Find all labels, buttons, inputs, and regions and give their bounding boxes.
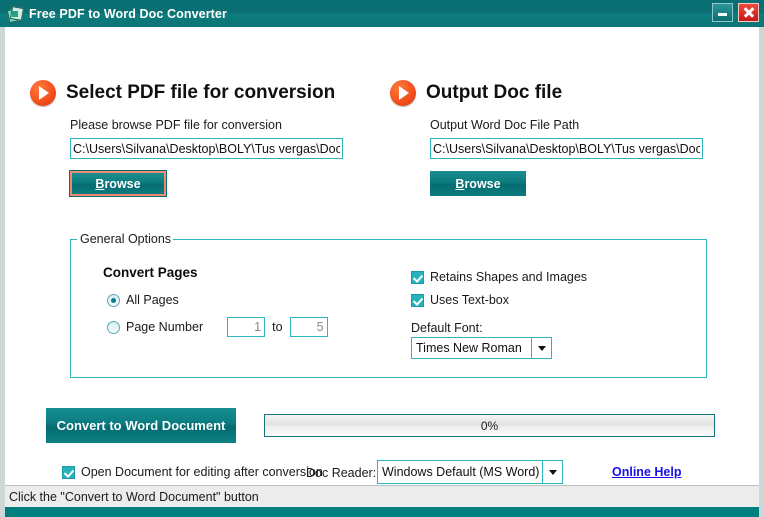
select-pdf-section: Select PDF file for conversion Please br… [30,80,343,196]
conversion-progress-bar: 0% [264,414,715,437]
output-doc-section: Output Doc file Output Word Doc File Pat… [390,80,703,196]
radio-page-number-label: Page Number [126,320,203,334]
chevron-down-icon[interactable] [531,338,551,358]
checkbox-retains-shapes-indicator[interactable] [411,271,424,284]
select-pdf-title: Select PDF file for conversion [66,82,335,104]
title-bar: Free PDF to Word Doc Converter [0,0,764,27]
checkbox-open-document-indicator[interactable] [62,466,75,479]
general-options-groupbox [70,239,707,378]
window-controls [712,3,759,22]
doc-reader-select[interactable]: Windows Default (MS Word) [377,460,563,484]
browse-pdf-label: rowse [104,177,140,191]
orange-play-arrow-icon [390,80,416,106]
convert-to-word-button[interactable]: Convert to Word Document [46,408,236,443]
default-font-select[interactable]: Times New Roman [411,337,552,359]
status-bar-text: Click the "Convert to Word Document" but… [5,490,259,504]
minimize-icon[interactable] [712,3,733,22]
output-doc-header: Output Doc file [390,80,703,106]
page-range-to-label: to [272,320,282,334]
checkbox-uses-textbox-label: Uses Text-box [430,293,509,307]
select-pdf-header: Select PDF file for conversion [30,80,343,106]
output-doc-title: Output Doc file [426,82,562,104]
checkbox-open-document[interactable]: Open Document for editing after conversi… [62,465,323,479]
window-title: Free PDF to Word Doc Converter [29,7,227,21]
page-to-input[interactable] [290,317,328,337]
online-help-link[interactable]: Online Help [612,465,681,479]
output-doc-label: Output Word Doc File Path [390,118,703,132]
close-icon[interactable] [738,3,759,22]
default-font-value: Times New Roman [412,338,531,358]
default-font-label: Default Font: [411,321,483,335]
radio-all-pages-indicator[interactable] [107,294,120,307]
checkbox-open-document-label: Open Document for editing after conversi… [81,465,323,479]
browse-output-label: rowse [464,177,500,191]
general-options-legend: General Options [78,232,173,246]
checkbox-uses-textbox-indicator[interactable] [411,294,424,307]
progress-text: 0% [481,419,498,433]
chevron-down-icon[interactable] [542,461,562,483]
doc-reader-label: Doc Reader: [306,466,376,480]
select-pdf-label: Please browse PDF file for conversion [30,118,343,132]
convert-pages-title: Convert Pages [103,265,198,280]
output-path-input[interactable] [430,138,703,159]
radio-page-number[interactable]: Page Number to [107,317,328,337]
radio-all-pages-label: All Pages [126,293,179,307]
app-window: Free PDF to Word Doc Converter Select PD… [0,0,764,517]
documents-icon [7,6,23,22]
radio-all-pages[interactable]: All Pages [107,293,179,307]
window-frame-right [759,27,764,517]
client-area: Select PDF file for conversion Please br… [5,27,759,485]
page-from-input[interactable] [227,317,265,337]
orange-play-arrow-icon [30,80,56,106]
browse-pdf-button[interactable]: Browse [70,171,166,196]
checkbox-uses-textbox[interactable]: Uses Text-box [411,293,509,307]
status-bar: Click the "Convert to Word Document" but… [5,485,759,507]
browse-output-button[interactable]: Browse [430,171,526,196]
checkbox-retains-shapes-label: Retains Shapes and Images [430,270,587,284]
pdf-path-input[interactable] [70,138,343,159]
checkbox-retains-shapes[interactable]: Retains Shapes and Images [411,270,587,284]
doc-reader-value: Windows Default (MS Word) [378,461,542,483]
radio-page-number-indicator[interactable] [107,321,120,334]
